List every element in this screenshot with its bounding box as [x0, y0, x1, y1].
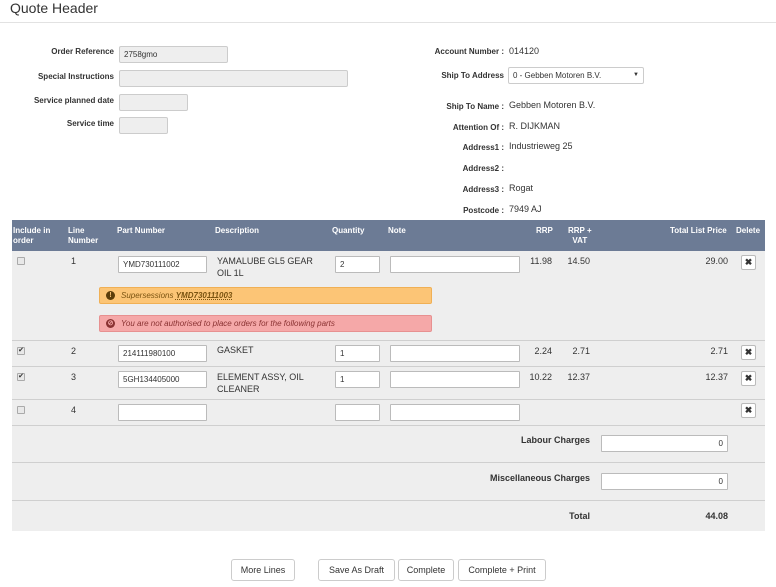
delete-row-button[interactable]: ✖ — [741, 255, 756, 270]
quantity-input[interactable] — [335, 404, 380, 421]
part-number-input[interactable] — [118, 404, 207, 421]
service-planned-date-label: Service planned date — [33, 96, 114, 105]
supersession-alert: ! Supersessions YMD730111003 — [99, 287, 432, 304]
delete-row-button[interactable]: ✖ — [741, 371, 756, 386]
ship-to-address-label: Ship To Address — [441, 71, 504, 80]
address3-label: Address3 : — [462, 185, 504, 194]
address1-value: Industrieweg 25 — [509, 141, 573, 151]
description: ELEMENT ASSY, OIL CLEANER — [217, 372, 304, 394]
service-time-label: Service time — [66, 119, 114, 128]
total-label: Total — [569, 511, 590, 521]
line-number: 1 — [71, 256, 77, 266]
header-rrp: RRP — [536, 226, 553, 235]
note-input[interactable] — [390, 345, 520, 362]
rrp-value: 2.24 — [534, 346, 552, 356]
ship-to-name-label: Ship To Name : — [446, 102, 504, 111]
description: YAMALUBE GL5 GEAR OIL 1L — [217, 256, 313, 278]
include-checkbox[interactable] — [17, 257, 25, 265]
part-number-input[interactable]: 5GH134405000 — [118, 371, 207, 388]
include-checkbox[interactable]: ✔ — [17, 373, 25, 381]
quantity-input[interactable]: 1 — [335, 345, 380, 362]
part-number-input[interactable]: 214111980100 — [118, 345, 207, 362]
address2-label: Address2 : — [462, 164, 504, 173]
title-divider — [0, 22, 776, 23]
header-total-list-price: Total List Price — [670, 226, 727, 235]
line-number: 4 — [71, 405, 77, 415]
header-delete: Delete — [736, 226, 761, 235]
complete-print-button[interactable]: Complete + Print — [458, 559, 546, 581]
service-time-input[interactable] — [119, 117, 168, 134]
misc-charges-input[interactable]: 0 — [601, 473, 728, 490]
header-note: Note — [388, 226, 406, 235]
total-list-price-value: 2.71 — [710, 346, 728, 356]
close-icon: ✖ — [744, 405, 753, 415]
page-title: Quote Header — [10, 0, 98, 16]
note-input[interactable] — [390, 371, 520, 388]
total-list-price-value: 12.37 — [705, 372, 728, 382]
service-planned-date-input[interactable] — [119, 94, 188, 111]
header-include: Include in order — [13, 226, 51, 245]
part-number-input[interactable]: YMD730111002 — [118, 256, 207, 273]
more-lines-button[interactable]: More Lines — [231, 559, 295, 581]
not-authorised-alert: ⊘ You are not authorised to place orders … — [99, 315, 432, 332]
header-description: Description — [215, 226, 260, 235]
supersession-part-link[interactable]: YMD730111003 — [176, 291, 233, 300]
header-part-number: Part Number — [117, 226, 166, 235]
rrp-vat-value: 2.71 — [572, 346, 590, 356]
rrp-vat-value: 14.50 — [567, 256, 590, 266]
address3-value: Rogat — [509, 183, 534, 193]
account-number-value: 014120 — [509, 46, 540, 56]
special-instructions-input[interactable] — [119, 70, 348, 87]
order-reference-label: Order Reference — [51, 47, 114, 56]
line-number: 3 — [71, 372, 77, 382]
attention-of-value: R. DIJKMAN — [509, 121, 561, 131]
quantity-input[interactable]: 1 — [335, 371, 380, 388]
order-reference-input[interactable]: 2758gmo — [119, 46, 228, 63]
labour-charges-label: Labour Charges — [520, 435, 590, 445]
postcode-label: Postcode : — [463, 206, 504, 215]
rrp-vat-value: 12.37 — [567, 372, 590, 382]
quantity-input[interactable]: 2 — [335, 256, 380, 273]
exclamation-icon: ! — [106, 291, 115, 300]
not-authorised-text: You are not authorised to place orders f… — [121, 319, 335, 328]
check-icon: ✔ — [18, 347, 24, 354]
close-icon: ✖ — [744, 257, 753, 267]
total-value: 44.08 — [705, 511, 728, 521]
include-checkbox[interactable] — [17, 406, 25, 414]
line-number: 2 — [71, 346, 77, 356]
delete-row-button[interactable]: ✖ — [741, 403, 756, 418]
ship-to-name-value: Gebben Motoren B.V. — [509, 100, 596, 110]
prohibited-icon: ⊘ — [106, 319, 115, 328]
labour-charges-input[interactable]: 0 — [601, 435, 728, 452]
save-as-draft-button[interactable]: Save As Draft — [318, 559, 395, 581]
header-line-number: Line Number — [68, 226, 99, 245]
close-icon: ✖ — [744, 347, 753, 357]
total-row — [12, 501, 765, 531]
delete-row-button[interactable]: ✖ — [741, 345, 756, 360]
note-input[interactable] — [390, 256, 520, 273]
ship-to-address-selected: 0 - Gebben Motoren B.V. — [513, 71, 602, 80]
postcode-value: 7949 AJ — [509, 204, 542, 214]
total-list-price-value: 29.00 — [705, 256, 728, 266]
description: GASKET — [217, 345, 254, 355]
note-input[interactable] — [390, 404, 520, 421]
complete-button[interactable]: Complete — [398, 559, 454, 581]
account-number-label: Account Number : — [434, 47, 504, 56]
include-checkbox[interactable]: ✔ — [17, 347, 25, 355]
close-icon: ✖ — [744, 373, 753, 383]
rrp-value: 11.98 — [530, 256, 552, 266]
special-instructions-label: Special Instructions — [37, 72, 114, 81]
address1-label: Address1 : — [462, 143, 504, 152]
rrp-value: 10.22 — [529, 372, 552, 382]
supersession-text: Supersessions — [121, 291, 174, 300]
caret-down-icon: ▼ — [633, 72, 639, 78]
ship-to-address-select[interactable]: 0 - Gebben Motoren B.V. ▼ — [508, 67, 644, 84]
attention-of-label: Attention Of : — [452, 123, 504, 132]
misc-charges-label: Miscellaneous Charges — [489, 473, 590, 483]
header-rrp-vat: RRP + VAT — [568, 226, 592, 245]
header-quantity: Quantity — [332, 226, 365, 235]
check-icon: ✔ — [18, 373, 24, 380]
